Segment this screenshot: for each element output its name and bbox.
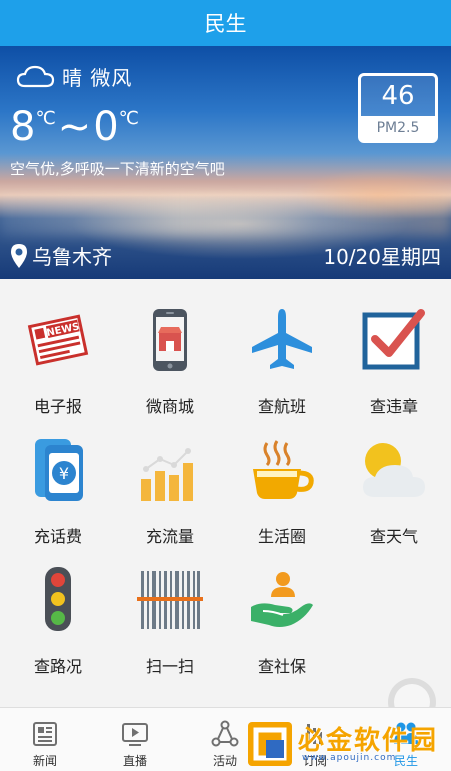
temp-high: 8 [10,104,36,150]
temp-low: 0 [93,104,119,150]
service-weather-query[interactable]: 查天气 [338,409,450,546]
service-scan[interactable]: 扫一扫 [114,539,226,676]
hand-person-icon [251,572,313,627]
pm25-value: 46 [381,81,415,111]
cloud-icon [16,65,55,87]
tab-label: 直播 [122,754,147,768]
watermark-logo-icon [248,722,292,766]
tab-news[interactable]: 新闻 [0,708,90,771]
service-label: 查路况 [33,657,82,676]
weather-condition-row: 晴 微风 [16,62,132,91]
current-date: 10/20星期四 [323,245,441,269]
page-title: 民生 [204,12,247,36]
service-label: 扫一扫 [145,657,194,676]
temp-unit: ℃ [118,108,139,129]
svg-text:¥: ¥ [59,464,69,483]
temp-unit: ℃ [35,108,56,129]
pm25-label: PM2.5 [361,116,435,140]
watermark-url: www.apoujin.com [302,753,397,763]
service-data-recharge[interactable]: 充流量 [114,409,226,546]
newspaper-icon: NEWS [27,314,89,366]
barcode-icon [137,571,203,629]
banner-background [0,196,451,236]
checkbox-icon [362,309,425,370]
location[interactable]: 乌鲁木齐 [10,241,112,270]
service-e-newspaper[interactable]: NEWS 电子报 [2,279,114,416]
play-icon [122,723,148,746]
service-micro-mall[interactable]: 微商城 [114,279,226,416]
tab-label: 新闻 [32,754,57,768]
service-flight-query[interactable]: 查航班 [226,279,338,416]
tab-live[interactable]: 直播 [90,708,180,771]
traffic-light-icon [45,567,71,631]
bar-chart-icon [141,448,193,501]
watermark-logo-mark [253,727,287,761]
service-label: 查社保 [257,657,306,676]
service-phone-recharge[interactable]: ¥ 充话费 [2,409,114,546]
temperature-range: 8℃~0℃ [10,104,139,150]
service-traffic-query[interactable]: 查路况 [2,539,114,676]
watermark-text: 必金软件园 [298,726,439,756]
city-name: 乌鲁木齐 [32,245,112,269]
temp-separator: ~ [57,104,92,150]
service-life-circle[interactable]: 生活圈 [226,409,338,546]
phone-shop-icon [153,309,187,371]
news-icon [33,722,57,746]
sun-cloud-icon [363,443,425,497]
location-pin-icon [11,243,27,268]
air-quality-advice: 空气优,多呼吸一下清新的空气吧 [10,160,225,178]
phone-yuan-icon: ¥ [35,439,83,501]
watermark: 必金软件园 www.apoujin.com [248,720,448,768]
pm25-badge: 46 PM2.5 [358,73,438,143]
weather-banner[interactable]: 晴 微风 8℃~0℃ 空气优,多呼吸一下清新的空气吧 46 PM2.5 乌鲁木齐… [0,46,451,279]
service-social-security[interactable]: 查社保 [226,539,338,676]
airplane-icon [252,309,312,369]
service-violation-query[interactable]: 查违章 [338,279,450,416]
weather-condition: 晴 微风 [62,66,133,90]
activity-icon [211,720,239,747]
top-bar: 民生 [0,0,451,46]
service-grid: NEWS 电子报 微商城 查航班 查违章 ¥ 充话费 充流量 生活圈 查天气 查… [0,279,451,707]
service-label: 查天气 [369,527,418,546]
coffee-cup-icon [253,440,314,499]
